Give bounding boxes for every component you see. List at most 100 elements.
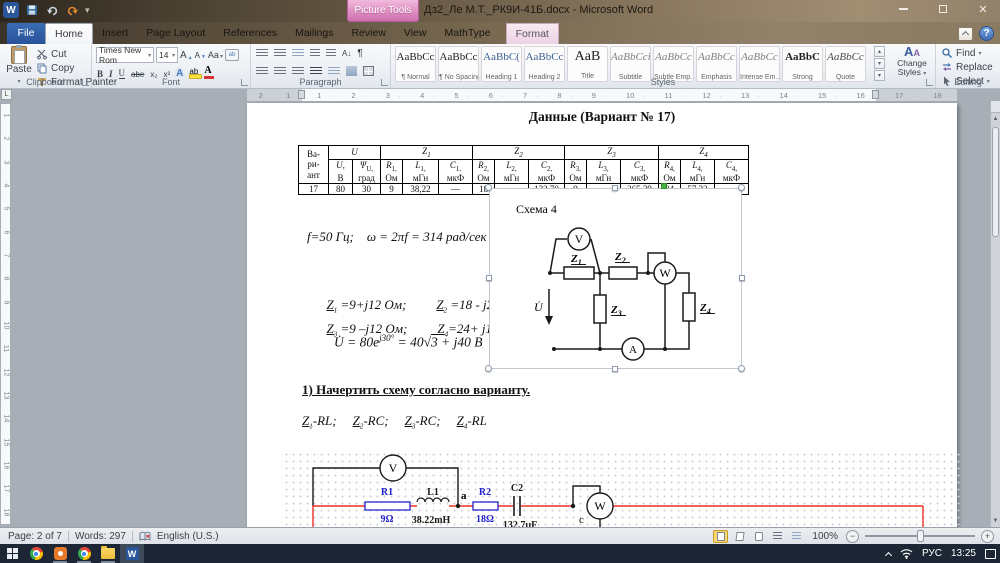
tab-format[interactable]: Format <box>506 23 559 44</box>
tray-expand-icon[interactable] <box>885 551 892 558</box>
shrink-font-button[interactable]: A▼ <box>195 51 206 60</box>
styles-dialog-launcher[interactable] <box>926 79 933 86</box>
tab-mailings[interactable]: Mailings <box>286 23 343 44</box>
vertical-scrollbar[interactable]: ▲ ▼ <box>990 101 1000 527</box>
bullets-icon[interactable] <box>256 49 268 58</box>
change-case-button[interactable]: Aa▾ <box>208 50 223 60</box>
help-icon[interactable]: ? <box>979 26 994 41</box>
tab-references[interactable]: References <box>214 23 286 44</box>
find-button[interactable]: Find▾ <box>942 47 993 59</box>
tab-page-layout[interactable]: Page Layout <box>137 23 214 44</box>
scrollbar-thumb[interactable] <box>992 127 999 237</box>
minimize-button[interactable] <box>890 1 916 17</box>
chrome-icon <box>30 547 43 560</box>
undo-icon[interactable] <box>45 3 59 17</box>
paragraph-dialog-launcher[interactable] <box>381 79 388 86</box>
sort-icon[interactable]: A↓ <box>342 49 351 58</box>
align-center-icon[interactable] <box>274 67 286 76</box>
gallery-up-icon[interactable]: ▴ <box>874 46 885 57</box>
outline-view-button[interactable] <box>770 530 785 543</box>
qat-dropdown-icon[interactable]: ▾ <box>85 5 90 16</box>
increase-indent-icon[interactable] <box>326 49 336 58</box>
tab-view[interactable]: View <box>395 23 436 44</box>
indent-marker-right[interactable] <box>872 90 879 99</box>
selection-handle[interactable] <box>738 365 745 372</box>
justify-icon[interactable] <box>310 67 322 76</box>
circuit2-picture[interactable]: V W a c R1 9Ω L1 38.22mH R2 18Ω C2 132.7… <box>283 451 961 527</box>
language-badge[interactable]: РУС <box>922 548 942 559</box>
taskbar-chrome-2[interactable] <box>72 544 96 563</box>
word-count[interactable]: Words: 297 <box>75 531 126 542</box>
fullscreen-view-button[interactable] <box>732 530 747 543</box>
taskbar-explorer[interactable] <box>96 544 120 563</box>
grow-font-button[interactable]: A▲ <box>180 50 193 61</box>
line-spacing-icon[interactable] <box>328 67 340 76</box>
pilcrow-icon[interactable]: ¶ <box>357 48 362 59</box>
zoom-slider-thumb[interactable] <box>917 530 924 542</box>
zoom-slider[interactable] <box>865 535 975 537</box>
clipboard-dialog-launcher[interactable] <box>82 79 89 86</box>
action-center-icon[interactable] <box>985 549 996 559</box>
chrome-icon <box>78 547 91 560</box>
folder-icon <box>101 548 115 559</box>
zoom-level[interactable]: 100% <box>812 531 838 542</box>
change-styles-button[interactable]: AA Change Styles ▾ <box>890 46 934 78</box>
web-layout-view-button[interactable] <box>751 530 766 543</box>
maximize-button[interactable] <box>930 1 956 17</box>
close-button[interactable]: ✕ <box>970 1 996 17</box>
align-left-icon[interactable] <box>256 67 268 76</box>
schema4-picture[interactable]: Схема 4 <box>489 188 742 369</box>
selection-handle[interactable] <box>612 185 618 191</box>
zoom-in-button[interactable]: + <box>981 530 994 543</box>
print-layout-view-button[interactable] <box>713 530 728 543</box>
selection-handle[interactable] <box>485 365 492 372</box>
font-size-select[interactable]: 14▾ <box>156 47 178 63</box>
scroll-down-icon[interactable]: ▼ <box>991 515 1000 527</box>
language-indicator[interactable]: English (U.S.) <box>157 531 219 542</box>
tab-mathtype[interactable]: MathType <box>435 23 499 44</box>
borders-icon[interactable] <box>363 66 374 76</box>
replace-button[interactable]: Replace <box>942 61 993 73</box>
phonetic-guide-icon[interactable]: ab <box>225 49 239 61</box>
align-right-icon[interactable] <box>292 67 304 76</box>
tab-insert[interactable]: Insert <box>93 23 137 44</box>
selection-handle[interactable] <box>486 275 492 281</box>
ruler-toggle-button[interactable] <box>991 101 1000 113</box>
horizontal-ruler[interactable]: 21 123456789101112131415161718 <box>247 89 957 101</box>
redo-icon[interactable] <box>65 3 79 17</box>
multilevel-list-icon[interactable] <box>292 49 304 58</box>
save-icon[interactable] <box>25 3 39 17</box>
minimize-ribbon-icon[interactable] <box>958 27 973 41</box>
selection-handle[interactable] <box>739 275 745 281</box>
draft-view-button[interactable] <box>789 530 804 543</box>
indent-marker-left[interactable] <box>298 90 305 99</box>
tab-file[interactable]: File <box>7 23 45 44</box>
tab-home[interactable]: Home <box>45 23 93 44</box>
word-app-icon[interactable]: W <box>3 2 19 18</box>
font-dialog-launcher[interactable] <box>241 79 248 86</box>
orange-app-icon <box>54 547 67 560</box>
clock[interactable]: 13:25 <box>951 548 976 559</box>
page-indicator[interactable]: Page: 2 of 7 <box>8 531 62 542</box>
zoom-out-button[interactable]: − <box>846 530 859 543</box>
tab-stop-selector[interactable]: L <box>1 89 12 100</box>
table-subheader-cell: C1,мкФ <box>439 159 473 183</box>
start-button[interactable] <box>0 544 24 563</box>
document-page[interactable]: Данные (Вариант № 17) Ва-ри-ант U Z1 Z2 <box>247 103 957 527</box>
taskbar-orange-app[interactable] <box>48 544 72 563</box>
selection-handle[interactable] <box>612 366 618 372</box>
taskbar-chrome-1[interactable] <box>24 544 48 563</box>
decrease-indent-icon[interactable] <box>310 49 320 58</box>
taskbar-word[interactable]: W <box>120 544 144 563</box>
proofing-icon[interactable] <box>139 531 151 542</box>
vertical-ruler[interactable]: 123456789101112131415161718 <box>0 101 11 527</box>
gallery-down-icon[interactable]: ▾ <box>874 58 885 69</box>
numbering-icon[interactable] <box>274 49 286 58</box>
tab-review[interactable]: Review <box>342 23 394 44</box>
wifi-icon[interactable] <box>900 548 913 559</box>
selection-handle[interactable] <box>738 184 745 191</box>
shading-icon[interactable] <box>346 66 357 76</box>
scroll-up-icon[interactable]: ▲ <box>991 113 1000 125</box>
font-family-select[interactable]: Times New Rom▾ <box>96 47 154 63</box>
selection-handle[interactable] <box>485 184 492 191</box>
